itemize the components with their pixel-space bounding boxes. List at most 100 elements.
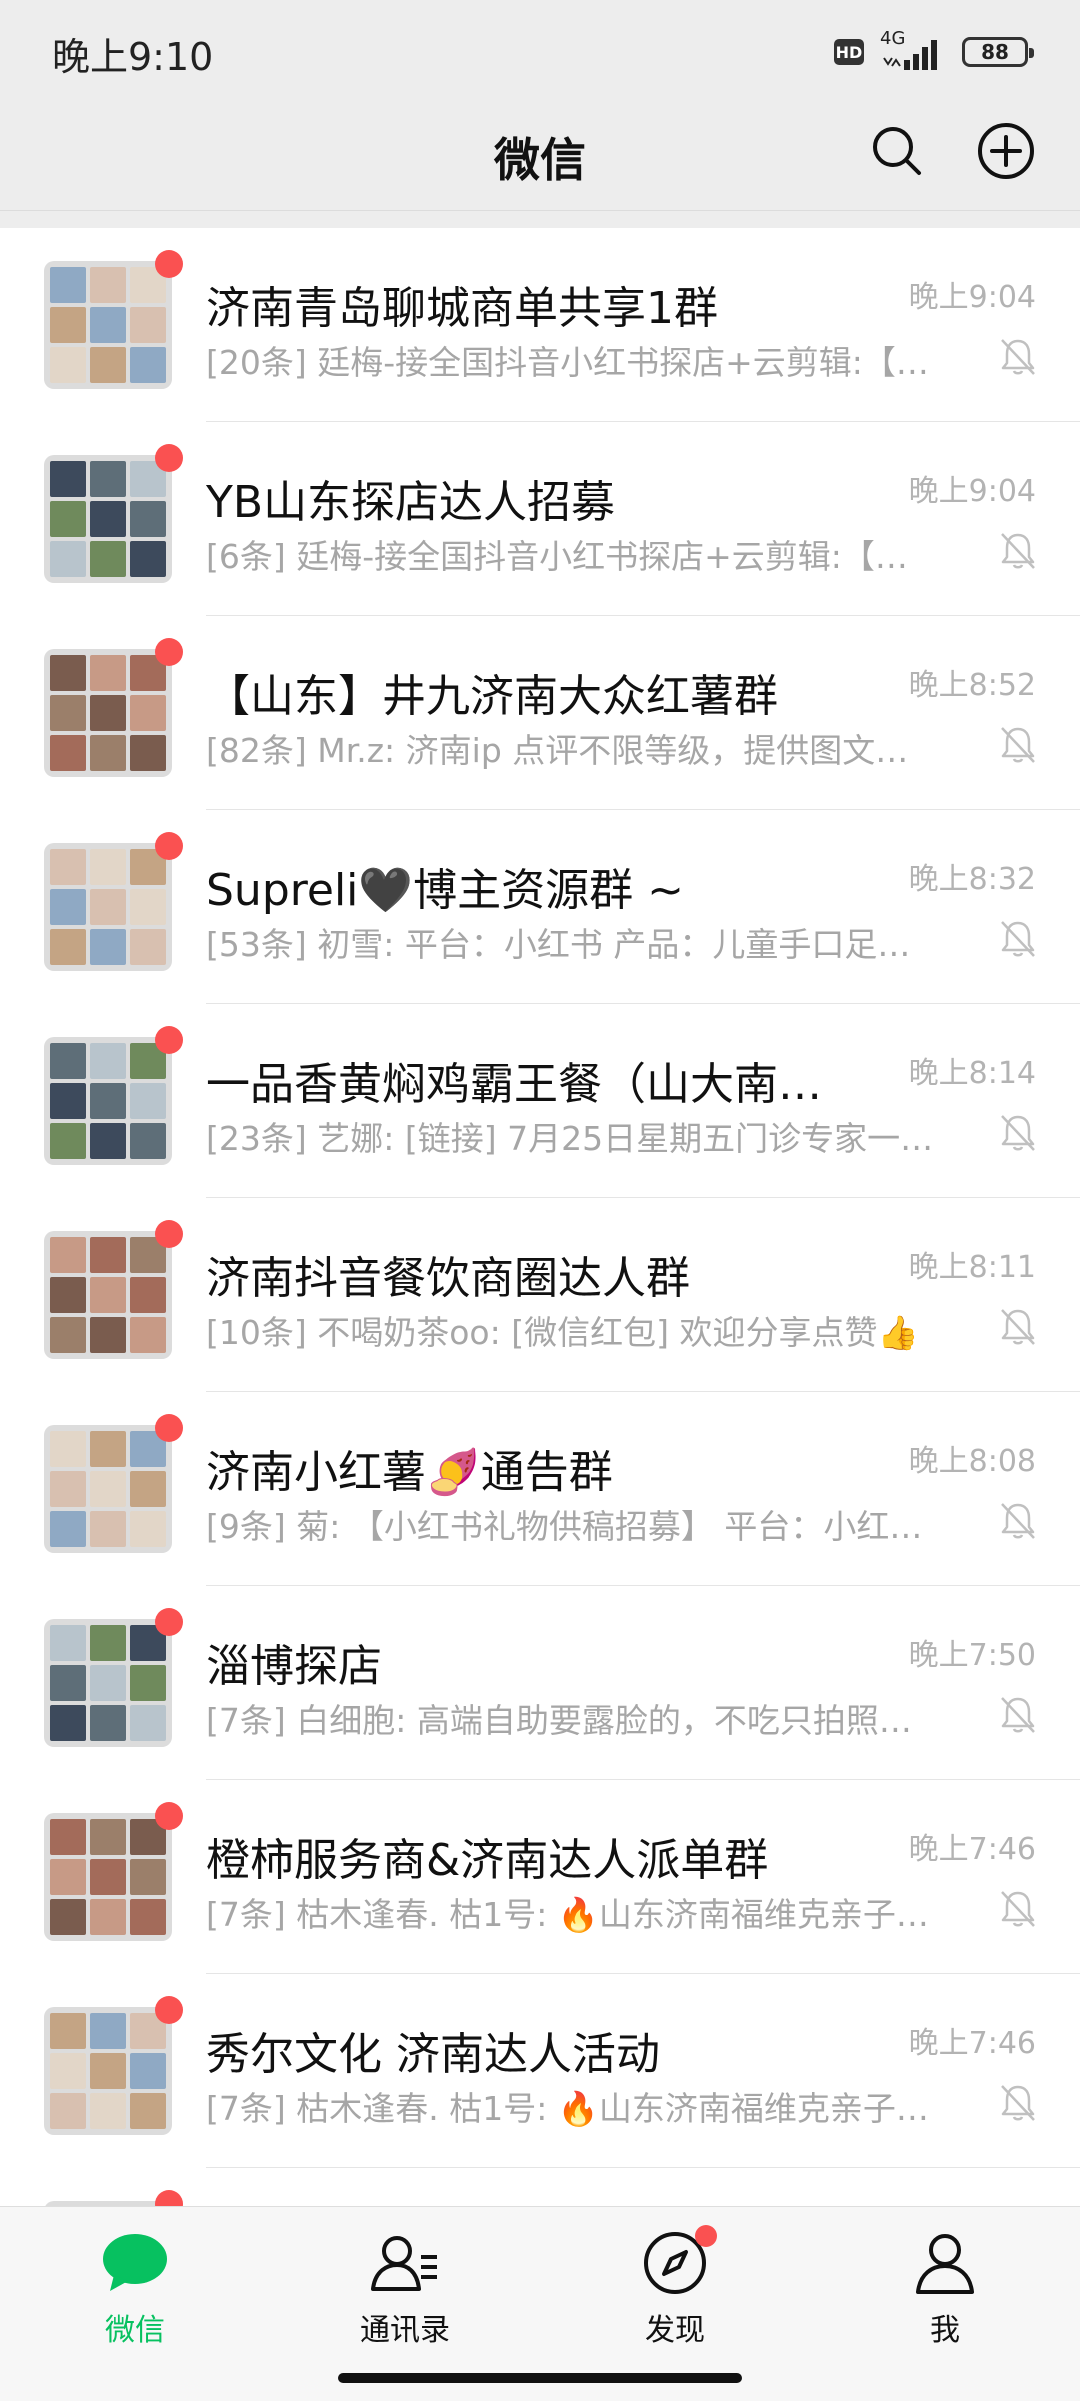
mute-bell-icon <box>1001 533 1035 569</box>
hd-badge: HD <box>834 39 864 65</box>
group-avatar <box>44 1037 172 1165</box>
chat-row[interactable]: 【山东】井九济南大众红薯群 晚上8:52 [82条] Mr.z: 济南ip 点评不限… <box>0 616 1080 810</box>
tab-label-contacts: 通讯录 <box>360 2313 450 2348</box>
chat-preview: [23条] 艺娜: [链接] 7月25日星期五门诊专家一… <box>206 1119 934 1158</box>
search-button[interactable] <box>862 116 932 186</box>
chat-row[interactable]: 济南抖音餐饮商圈达人群 晚上8:11 [10条] 不喝奶茶oo: [微信红包] 欢迎… <box>0 1198 1080 1392</box>
unread-badge <box>155 2190 183 2206</box>
person-icon <box>909 2227 981 2299</box>
group-avatar <box>44 649 172 777</box>
mute-bell-icon <box>1001 1891 1035 1927</box>
group-avatar <box>44 1619 172 1747</box>
chat-name: 淄博探店 <box>206 1641 382 1692</box>
chat-name: YB山东探店达人招募 <box>206 477 616 528</box>
chat-row[interactable] <box>0 2168 1080 2206</box>
mute-bell-icon <box>1001 1115 1035 1151</box>
unread-badge <box>155 444 183 472</box>
chat-time: 晚上9:04 <box>908 280 1036 315</box>
chat-preview: [7条] 枯木逢春. 枯1号: 🔥山东济南福维克亲子… <box>206 2089 929 2128</box>
chat-time: 晚上7:46 <box>908 1832 1036 1867</box>
chat-name: 济南青岛聊城商单共享1群 <box>206 283 718 334</box>
mute-bell-icon <box>1001 1503 1035 1539</box>
plus-circle-icon <box>978 123 1034 179</box>
battery-icon: 88 <box>962 37 1034 67</box>
search-icon <box>873 127 921 175</box>
signal-icon: 4G <box>878 28 948 72</box>
unread-badge <box>155 1802 183 1830</box>
group-avatar <box>44 2007 172 2135</box>
chat-time: 晚上8:52 <box>908 668 1036 703</box>
unread-badge <box>155 1608 183 1636</box>
chat-name: 【山东】井九济南大众红薯群 <box>206 671 778 722</box>
chat-preview: [7条] 白细胞: 高端自助要露脸的，不吃只拍照… <box>206 1701 912 1740</box>
chat-row[interactable]: 淄博探店 晚上7:50 [7条] 白细胞: 高端自助要露脸的，不吃只拍照… <box>0 1586 1080 1780</box>
mute-bell-icon <box>1001 1697 1035 1733</box>
group-avatar <box>44 1231 172 1359</box>
unread-badge <box>155 1220 183 1248</box>
mute-bell-icon <box>1001 1309 1035 1345</box>
chat-name: 济南小红薯🍠通告群 <box>206 1447 613 1498</box>
group-avatar <box>44 1425 172 1553</box>
chat-row[interactable]: Supreli🖤博主资源群 ~ 晚上8:32 [53条] 初雪: 平台：小红书 产品… <box>0 810 1080 1004</box>
status-bar: 晚上9:10 HD 4G 88 <box>0 0 1080 100</box>
mute-bell-icon <box>1001 921 1035 957</box>
chat-row[interactable]: YB山东探店达人招募 晚上9:04 [6条] 廷梅-接全国抖音小红书探店+云剪辑:【… <box>0 422 1080 616</box>
group-avatar <box>44 261 172 389</box>
chat-name: 橙柿服务商&济南达人派单群 <box>206 1835 769 1886</box>
mute-bell-icon <box>1001 727 1035 763</box>
chat-time: 晚上7:46 <box>908 2026 1036 2061</box>
chat-name: 济南抖音餐饮商圈达人群 <box>206 1253 690 1304</box>
tab-chats[interactable]: 微信 <box>35 2227 235 2357</box>
chat-preview: [7条] 枯木逢春. 枯1号: 🔥山东济南福维克亲子… <box>206 1895 929 1934</box>
group-avatar <box>44 455 172 583</box>
chat-preview: [20条] 廷梅-接全国抖音小红书探店+云剪辑:【… <box>206 343 929 382</box>
chat-time: 晚上7:50 <box>908 1638 1036 1673</box>
tab-discover[interactable]: 发现 <box>575 2225 775 2357</box>
unread-badge <box>155 1414 183 1442</box>
status-time: 晚上9:10 <box>52 35 214 79</box>
chat-row[interactable]: 济南小红薯🍠通告群 晚上8:08 [9条] 菊: 【小红书礼物供稿招募】 平台：小红… <box>0 1392 1080 1586</box>
tab-label-me: 我 <box>930 2313 960 2348</box>
chat-time: 晚上9:04 <box>908 474 1036 509</box>
home-indicator[interactable] <box>338 2373 742 2383</box>
chat-time: 晚上8:32 <box>908 862 1036 897</box>
group-avatar <box>44 1813 172 1941</box>
chat-time: 晚上8:14 <box>908 1056 1036 1091</box>
chat-preview: [10条] 不喝奶茶oo: [微信红包] 欢迎分享点赞👍 <box>206 1313 919 1352</box>
chat-list[interactable]: 济南青岛聊城商单共享1群 晚上9:04 [20条] 廷梅-接全国抖音小红书探店+云剪… <box>0 228 1080 2206</box>
tab-label-discover: 发现 <box>645 2313 705 2348</box>
status-icons: HD 4G 88 <box>834 28 1034 74</box>
chat-name: 秀尔文化 济南达人活动 <box>206 2029 660 2080</box>
chat-preview: [6条] 廷梅-接全国抖音小红书探店+云剪辑:【… <box>206 537 908 576</box>
add-button[interactable] <box>971 116 1041 186</box>
compass-icon <box>639 2225 717 2299</box>
mute-bell-icon <box>1001 339 1035 375</box>
tab-contacts[interactable]: 通讯录 <box>305 2227 505 2357</box>
chat-preview: [82条] Mr.z: 济南ip 点评不限等级，提供图文… <box>206 731 909 770</box>
header: 微信 <box>0 100 1080 211</box>
unread-badge <box>155 250 183 278</box>
unread-badge <box>155 1996 183 2024</box>
unread-badge <box>155 1026 183 1054</box>
chat-name: Supreli🖤博主资源群 ~ <box>206 865 685 916</box>
chat-row[interactable]: 济南青岛聊城商单共享1群 晚上9:04 [20条] 廷梅-接全国抖音小红书探店+云剪… <box>0 228 1080 422</box>
unread-badge <box>155 832 183 860</box>
tab-bar: 微信 通讯录 发现 我 <box>0 2206 1080 2401</box>
battery-level: 88 <box>981 40 1009 64</box>
chat-time: 晚上8:11 <box>908 1250 1036 1285</box>
chat-time: 晚上8:08 <box>908 1444 1036 1479</box>
chat-row[interactable]: 秀尔文化 济南达人活动 晚上7:46 [7条] 枯木逢春. 枯1号: 🔥山东济南福维… <box>0 1974 1080 2168</box>
chat-name: 一品香黄焖鸡霸王餐（山大南… <box>206 1059 822 1110</box>
tab-label-chats: 微信 <box>105 2313 165 2348</box>
group-avatar <box>44 843 172 971</box>
chat-preview: [9条] 菊: 【小红书礼物供稿招募】 平台：小红… <box>206 1507 923 1546</box>
unread-badge <box>155 638 183 666</box>
chat-row[interactable]: 橙柿服务商&济南达人派单群 晚上7:46 [7条] 枯木逢春. 枯1号: 🔥山东济南… <box>0 1780 1080 1974</box>
mute-bell-icon <box>1001 2085 1035 2121</box>
contacts-icon <box>369 2227 441 2299</box>
discover-badge <box>695 2225 717 2247</box>
chat-bubble-icon <box>99 2227 171 2299</box>
chat-row[interactable]: 一品香黄焖鸡霸王餐（山大南… 晚上8:14 [23条] 艺娜: [链接] 7月25日… <box>0 1004 1080 1198</box>
tab-me[interactable]: 我 <box>845 2227 1045 2357</box>
chat-preview: [53条] 初雪: 平台：小红书 产品：儿童手口足… <box>206 925 911 964</box>
